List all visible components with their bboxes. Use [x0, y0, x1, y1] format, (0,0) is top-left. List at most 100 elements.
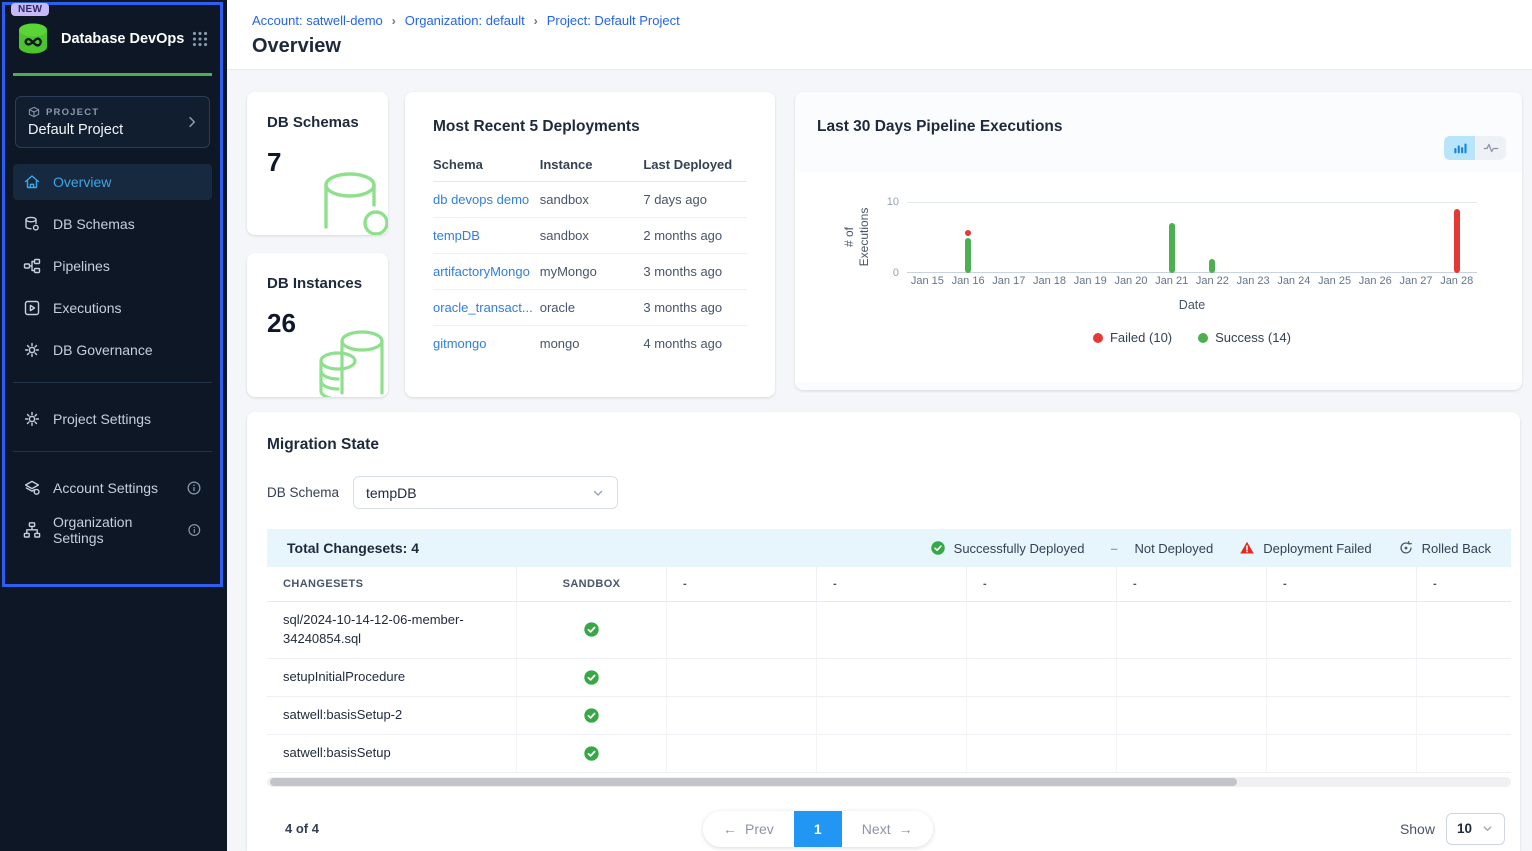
breadcrumb-item[interactable]: Account: satwell-demo [252, 13, 383, 28]
sidebar-item-overview[interactable]: Overview [13, 164, 212, 200]
deployments-col-header: Instance [540, 148, 644, 182]
y-tick-0: 0 [873, 267, 899, 279]
status-empty-cell [667, 697, 817, 735]
per-page-select[interactable]: 10 [1446, 813, 1505, 845]
database-icon [23, 215, 41, 233]
changeset-name-cell: satwell:basisSetup-2 [267, 697, 517, 735]
brand-divider [13, 73, 212, 76]
status-empty-cell [1117, 602, 1267, 659]
x-tick: Jan 22 [1192, 275, 1233, 287]
schema-link[interactable]: db devops demo [433, 182, 540, 218]
db-instances-card-title: DB Instances [247, 253, 388, 292]
migration-state-title: Migration State [267, 436, 1511, 454]
page-1-button[interactable]: 1 [794, 811, 842, 847]
status-empty-cell [667, 735, 817, 773]
x-tick: Jan 20 [1111, 275, 1152, 287]
sidebar-item-account-settings[interactable]: Account Settings [13, 470, 212, 506]
horizontal-scrollbar-track[interactable] [267, 777, 1511, 787]
x-tick: Jan 17 [988, 275, 1029, 287]
breadcrumb-item[interactable]: Organization: default [405, 13, 525, 28]
sidebar-item-label: Executions [53, 300, 121, 316]
schema-link[interactable]: tempDB [433, 218, 540, 254]
sidebar-item-db-governance[interactable]: DB Governance [13, 332, 212, 368]
check-circle-icon [583, 621, 600, 638]
cube-icon [28, 106, 40, 118]
sidebar-item-db-schemas[interactable]: DB Schemas [13, 206, 212, 242]
chart-x-axis-label: Date [907, 298, 1477, 312]
sidebar-item-label: Overview [53, 174, 111, 190]
new-badge: NEW [11, 3, 49, 16]
chevron-down-icon [1481, 822, 1494, 835]
db-schema-select[interactable]: tempDB [353, 476, 618, 509]
instance-cell: oracle [540, 290, 644, 326]
sidebar-item-organization-settings[interactable]: Organization Settings [13, 512, 212, 548]
sidebar-item-label: DB Schemas [53, 216, 135, 232]
line-chart-icon [1483, 140, 1499, 156]
bar-chart-toggle[interactable] [1444, 136, 1475, 160]
status-success-cell [517, 735, 667, 773]
info-icon[interactable] [187, 522, 202, 538]
breadcrumb-item[interactable]: Project: Default Project [547, 13, 680, 28]
schema-link[interactable]: artifactoryMongo [433, 254, 540, 290]
sidebar-header: NEW Database DevOps [5, 5, 220, 67]
chart-y-axis-label: # of Executions [842, 192, 872, 282]
sidebar-item-label: Account Settings [53, 480, 158, 496]
schema-link[interactable]: oracle_transact... [433, 290, 540, 326]
schema-link[interactable]: gitmongo [433, 326, 540, 362]
status-empty-cell [817, 735, 967, 773]
x-tick: Jan 18 [1029, 275, 1070, 287]
status-legend-label: Successfully Deployed [954, 541, 1085, 556]
x-axis-line [907, 272, 1477, 273]
horizontal-scrollbar-thumb[interactable] [270, 778, 1237, 786]
home-icon [23, 173, 41, 191]
bar-failed-jan-16 [965, 230, 971, 235]
instance-cell: myMongo [540, 254, 644, 290]
legend-label: Failed (10) [1110, 330, 1172, 345]
page-title: Overview [252, 35, 1532, 58]
per-page-value: 10 [1457, 821, 1472, 836]
db-schemas-card: DB Schemas 7 [247, 92, 388, 235]
changesets-col-header: CHANGESETS [267, 567, 517, 602]
last-deployed-cell: 3 months ago [643, 290, 747, 326]
topbar: Account: satwell-demo › Organization: defa… [227, 0, 1532, 70]
line-chart-toggle[interactable] [1475, 136, 1506, 160]
project-label: PROJECT [28, 106, 197, 118]
status-empty-cell [1417, 659, 1511, 697]
status-empty-cell [817, 602, 967, 659]
changesets-col-header: - [1417, 567, 1511, 602]
info-icon[interactable] [186, 480, 202, 496]
sidebar-nav: Overview DB Schemas Pipelines Executions DB … [13, 164, 212, 368]
sidebar-item-pipelines[interactable]: Pipelines [13, 248, 212, 284]
breadcrumb-separator: › [392, 14, 396, 28]
pipelines-icon [23, 257, 41, 275]
db-schemas-card-title: DB Schemas [247, 92, 388, 131]
x-tick: Jan 25 [1314, 275, 1355, 287]
chevron-right-icon [185, 115, 199, 129]
x-tick: Jan 21 [1151, 275, 1192, 287]
warning-icon [1239, 540, 1255, 556]
check-circle-icon [583, 707, 600, 724]
project-selector[interactable]: PROJECT Default Project [15, 96, 210, 148]
org-icon [23, 521, 41, 539]
next-button[interactable]: Next → [842, 811, 933, 847]
chart-title: Last 30 Days Pipeline Executions [795, 92, 1522, 136]
status-empty-cell [1267, 735, 1417, 773]
instance-cell: sandbox [540, 182, 644, 218]
dash-icon: – [1110, 540, 1126, 556]
status-success-cell [517, 697, 667, 735]
db-schema-select-value: tempDB [366, 485, 417, 501]
bar-success-jan-21 [1169, 223, 1175, 273]
sidebar-item-executions[interactable]: Executions [13, 290, 212, 326]
prev-button[interactable]: ← Prev [703, 811, 794, 847]
status-empty-cell [967, 697, 1117, 735]
apps-grid-icon[interactable] [190, 29, 210, 49]
deployments-col-header: Last Deployed [643, 148, 747, 182]
deployments-col-header: Schema [433, 148, 540, 182]
status-empty-cell [1267, 659, 1417, 697]
status-empty-cell [667, 659, 817, 697]
x-tick: Jan 27 [1396, 275, 1437, 287]
sidebar-item-project-settings[interactable]: Project Settings [13, 401, 212, 437]
status-empty-cell [967, 659, 1117, 697]
status-empty-cell [817, 697, 967, 735]
bar-failed-jan-28 [1454, 209, 1460, 273]
